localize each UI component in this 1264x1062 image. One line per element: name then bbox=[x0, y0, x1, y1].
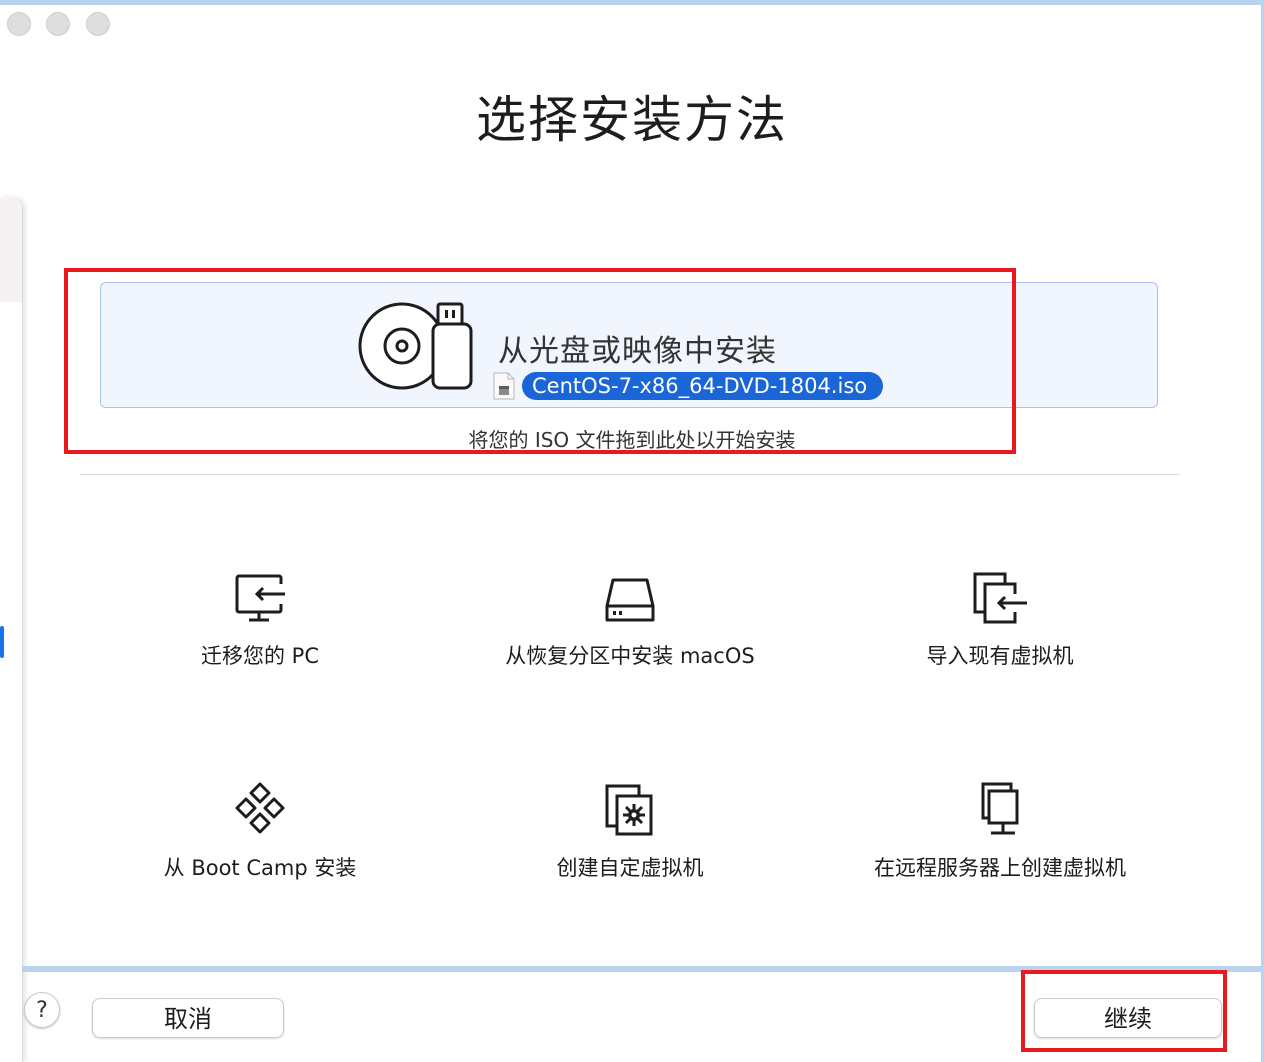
hard-drive-icon bbox=[605, 578, 655, 622]
boot-camp-icon bbox=[235, 782, 285, 834]
custom-vm-option[interactable]: 创建自定虚拟机 bbox=[450, 782, 810, 882]
import-vm-label: 导入现有虚拟机 bbox=[926, 644, 1074, 668]
import-vm-option[interactable]: 导入现有虚拟机 bbox=[820, 572, 1180, 670]
migrate-pc-icon bbox=[235, 574, 286, 622]
boot-camp-option[interactable]: 从 Boot Camp 安装 bbox=[80, 782, 440, 882]
background-window-edge bbox=[0, 198, 23, 1062]
close-window-button[interactable] bbox=[7, 12, 31, 36]
window-top-edge bbox=[0, 0, 1264, 5]
section-divider bbox=[80, 474, 1180, 475]
remote-server-option[interactable]: 在远程服务器上创建虚拟机 bbox=[820, 782, 1180, 882]
custom-vm-label: 创建自定虚拟机 bbox=[556, 856, 704, 880]
boot-camp-label: 从 Boot Camp 安装 bbox=[163, 856, 357, 880]
page-title: 选择安装方法 bbox=[476, 91, 788, 149]
remote-server-label: 在远程服务器上创建虚拟机 bbox=[874, 856, 1126, 880]
zoom-window-button[interactable] bbox=[86, 12, 110, 36]
migrate-pc-label: 迁移您的 PC bbox=[200, 644, 319, 668]
highlight-annotation-continue bbox=[1021, 970, 1227, 1052]
minimize-window-button[interactable] bbox=[46, 12, 70, 36]
help-button[interactable]: ? bbox=[24, 992, 60, 1028]
custom-vm-icon bbox=[605, 784, 653, 836]
cancel-button[interactable]: 取消 bbox=[92, 998, 284, 1038]
highlight-annotation-install-option bbox=[64, 268, 1016, 454]
import-vm-icon bbox=[973, 572, 1027, 624]
selected-item-marker bbox=[0, 626, 4, 658]
remote-server-icon bbox=[981, 782, 1019, 835]
recovery-partition-label: 从恢复分区中安装 macOS bbox=[505, 644, 755, 668]
recovery-partition-option[interactable]: 从恢复分区中安装 macOS bbox=[450, 572, 810, 670]
migrate-pc-option[interactable]: 迁移您的 PC bbox=[80, 572, 440, 670]
